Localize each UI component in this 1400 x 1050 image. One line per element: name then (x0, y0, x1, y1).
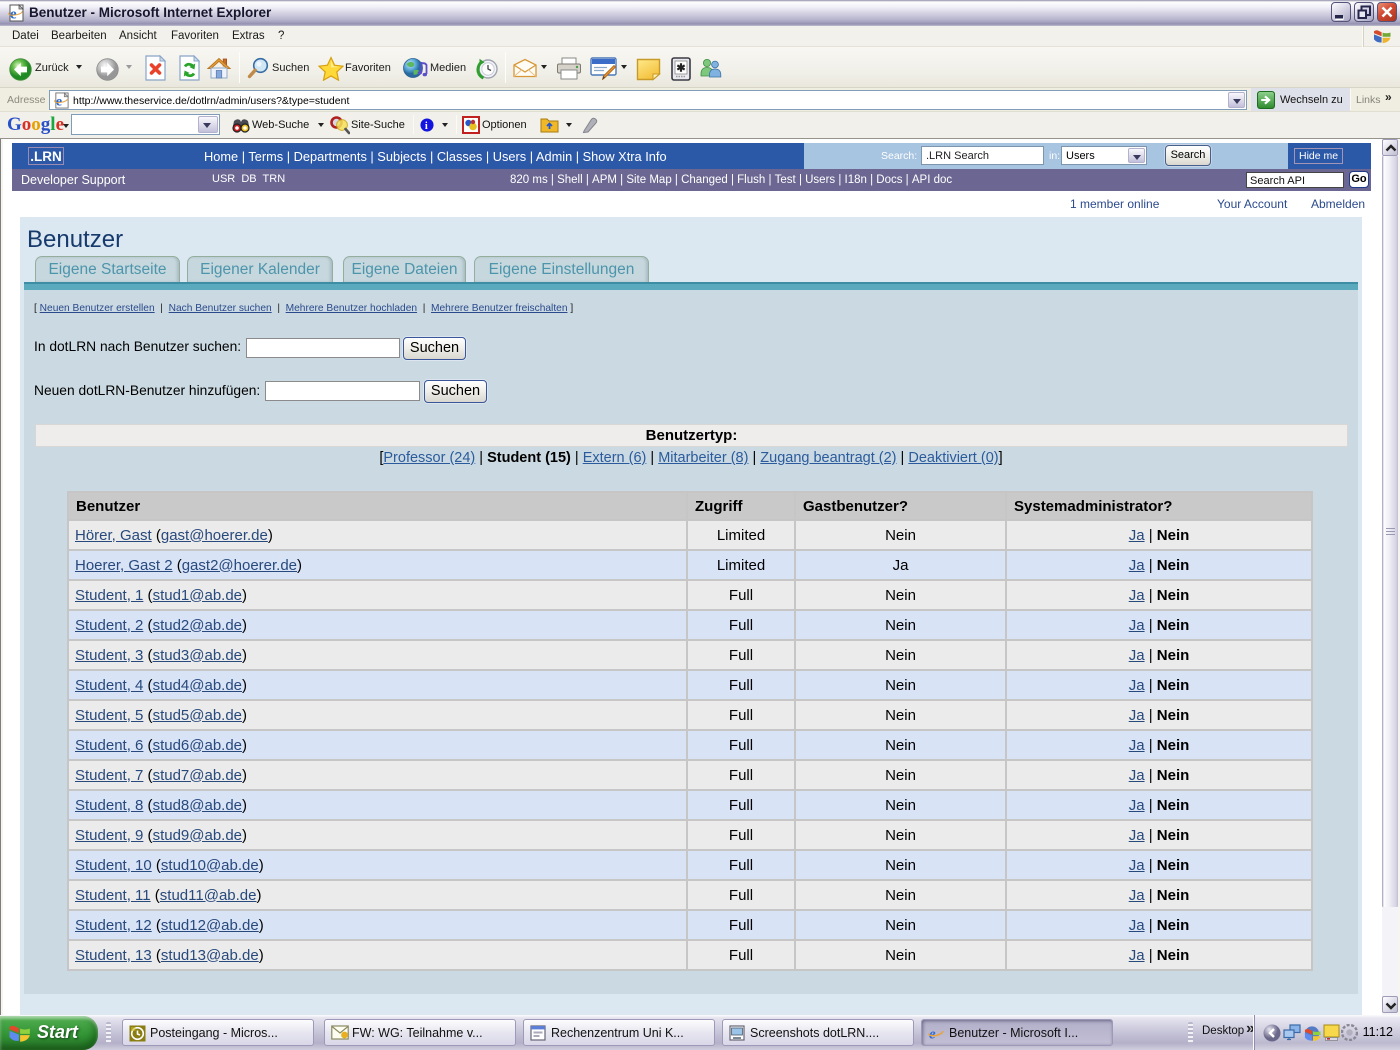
svg-text:✱: ✱ (676, 63, 685, 75)
svg-text:e: e (56, 94, 62, 109)
svg-text:e: e (10, 7, 17, 23)
svg-text:e: e (929, 1027, 936, 1042)
svg-text:i: i (425, 121, 428, 132)
